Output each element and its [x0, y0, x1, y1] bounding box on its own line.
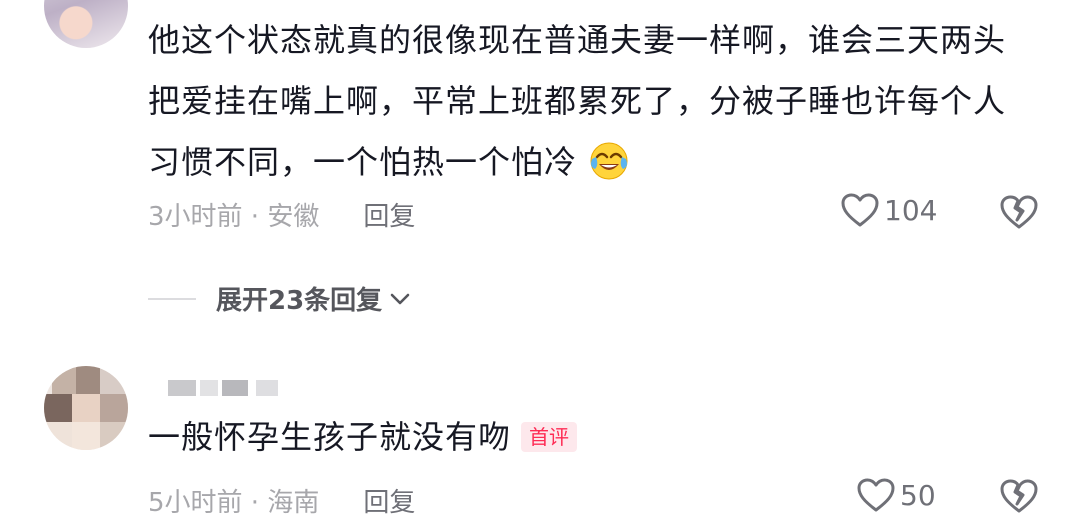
reply-button[interactable]: 回复 [363, 482, 415, 519]
reply-button[interactable]: 回复 [363, 196, 415, 233]
comment-body: 他这个状态就真的很像现在普通夫妻一样啊，谁会三天两头把爱挂在嘴上啊，平常上班都累… [148, 21, 1007, 181]
like-count: 104 [884, 193, 938, 227]
like-button[interactable]: 104 [840, 192, 937, 228]
expand-replies-label: 展开23条回复 [216, 286, 383, 316]
like-button[interactable]: 50 [856, 477, 936, 513]
first-comment-badge: 首评 [521, 422, 578, 452]
commenter-avatar[interactable] [44, 0, 128, 48]
commenter-avatar[interactable] [44, 366, 128, 450]
heart-outline-icon [857, 478, 895, 512]
comment-meta: 3小时前 · 安徽 回复 [148, 196, 415, 233]
heart-outline-icon [841, 193, 879, 227]
expand-replies-button[interactable]: 展开23条回复 [148, 280, 412, 317]
dislike-button[interactable] [999, 194, 1039, 234]
comment-text: 他这个状态就真的很像现在普通夫妻一样啊，谁会三天两头把爱挂在嘴上啊，平常上班都累… [148, 10, 1028, 193]
comment-meta: 5小时前 · 海南 回复 [148, 482, 415, 519]
comment-text: 一般怀孕生孩子就没有吻 首评 [148, 407, 1028, 468]
comment-body: 一般怀孕生孩子就没有吻 [148, 418, 512, 456]
like-count: 50 [900, 478, 936, 512]
broken-heart-icon [1000, 479, 1038, 513]
broken-heart-icon [1000, 195, 1038, 229]
crying-laughing-emoji-icon [590, 142, 628, 180]
comment-time-location: 3小时前 · 安徽 [148, 202, 320, 232]
comment-time-location: 5小时前 · 海南 [148, 488, 320, 518]
dislike-button[interactable] [999, 478, 1039, 518]
expand-divider [148, 297, 196, 300]
chevron-down-icon [390, 293, 410, 304]
